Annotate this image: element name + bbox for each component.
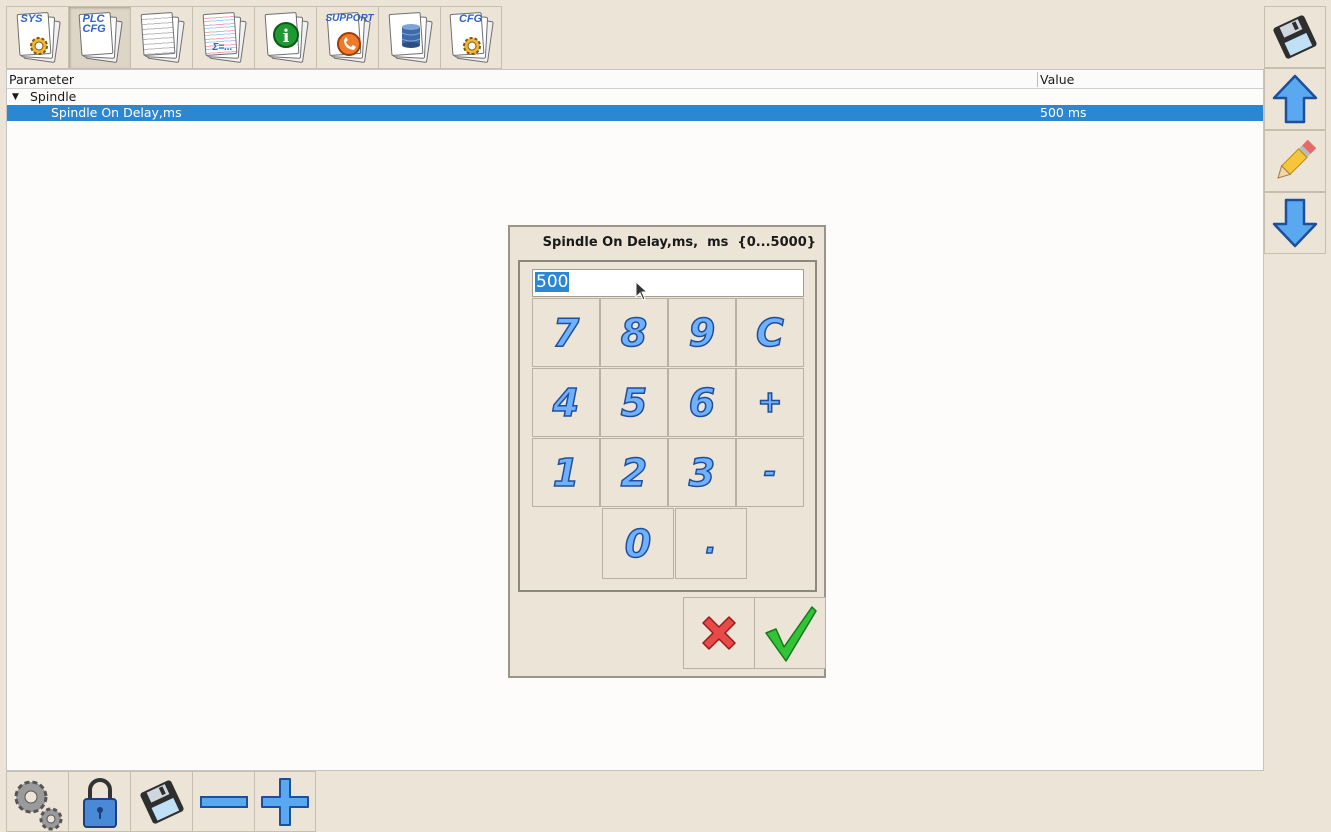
table-header: Parameter Value [7,70,1263,89]
right-panel [1264,6,1326,254]
tab-sys-label: SYS [20,12,43,25]
move-down-button[interactable] [1264,192,1326,254]
minus-icon [199,795,248,808]
tab-formula-label: Σ=... [212,41,233,53]
column-header-parameter[interactable]: Parameter [9,72,74,87]
key-3[interactable]: 3 [668,438,736,507]
tab-plc-cfg-label: PLC CFG [82,12,106,35]
database-document-icon [388,11,433,63]
edit-button[interactable] [1264,130,1326,192]
save-file-button[interactable] [130,771,192,832]
row-parameter: Spindle On Delay,ms [51,105,182,120]
arrow-down-icon [1272,198,1318,248]
dialog-title: Spindle On Delay,ms, ms {0...5000} [542,235,816,250]
settings-button[interactable] [6,771,68,832]
group-label: Spindle [30,89,77,104]
gear-icon [29,36,48,55]
key-9[interactable]: 9 [668,298,736,367]
key-0[interactable]: 0 [602,508,674,579]
arrow-up-icon [1272,74,1318,124]
value-input[interactable]: 500 [532,269,804,297]
row-value: 500 ms [1040,105,1087,120]
key-minus[interactable]: - [736,438,804,507]
key-decimal[interactable]: . [675,508,747,579]
svg-text:i: i [282,26,289,47]
database-icon [401,23,420,48]
numeric-input-dialog: Spindle On Delay,ms, ms {0...5000} 500 7… [508,225,826,678]
selected-value: 500 [535,272,570,292]
confirm-button[interactable] [754,597,826,669]
plus-icon [261,777,309,826]
tab-formula[interactable]: Σ=... [192,6,254,69]
formula-document-icon: Σ=... [202,11,247,63]
checkmark-icon [765,606,817,662]
cfg-document-icon: CFG [449,11,494,63]
key-5[interactable]: 5 [600,368,668,437]
mouse-cursor-icon [635,281,649,301]
lock-button[interactable] [68,771,130,832]
collapse-button[interactable] [192,771,254,832]
key-6[interactable]: 6 [668,368,736,437]
save-button[interactable] [1264,6,1326,68]
key-4[interactable]: 4 [532,368,600,437]
tab-support[interactable]: SUPPORT [316,6,378,69]
key-1[interactable]: 1 [532,438,600,507]
bottom-toolbar [6,771,316,832]
cancel-button[interactable] [683,597,755,669]
document-icon [140,11,185,63]
expand-button[interactable] [254,771,316,832]
lock-icon [82,777,117,828]
sys-document-icon: SYS [16,11,61,63]
support-document-icon: SUPPORT [326,11,374,63]
gear-icon [463,36,481,55]
column-header-value[interactable]: Value [1037,72,1074,87]
tab-sys[interactable]: SYS [6,6,68,69]
key-7[interactable]: 7 [532,298,600,367]
phone-icon [336,31,361,56]
tab-info[interactable]: i [254,6,316,69]
tab-plc-cfg[interactable]: PLC CFG [68,6,130,69]
key-2[interactable]: 2 [600,438,668,507]
key-8[interactable]: 8 [600,298,668,367]
tab-cfg-label: CFG [459,12,483,25]
expand-arrow-icon[interactable]: ▼ [12,89,19,105]
close-icon [702,616,736,650]
tab-database[interactable] [378,6,440,69]
plc-cfg-document-icon: PLC CFG [78,11,123,63]
info-icon: i [272,21,299,48]
tab-support-label: SUPPORT [325,12,374,24]
tab-cfg[interactable]: CFG [440,6,502,69]
tree-group-row[interactable]: ▼ Spindle [7,89,1263,105]
floppy-disk-icon [139,779,184,824]
top-toolbar: SYS PLC CFG Σ=... i SUPPORT CFG [6,6,502,69]
table-row[interactable]: Spindle On Delay,ms 500 ms [7,105,1263,121]
tab-document[interactable] [130,6,192,69]
keypad-panel: 500 7 8 9 C 4 5 6 + 1 2 3 - 0 . [518,260,817,592]
key-plus[interactable]: + [736,368,804,437]
floppy-disk-icon [1273,15,1317,59]
gears-icon [14,780,62,830]
key-clear[interactable]: C [736,298,804,367]
info-document-icon: i [264,11,309,63]
pencil-icon [1277,139,1317,179]
move-up-button[interactable] [1264,68,1326,130]
